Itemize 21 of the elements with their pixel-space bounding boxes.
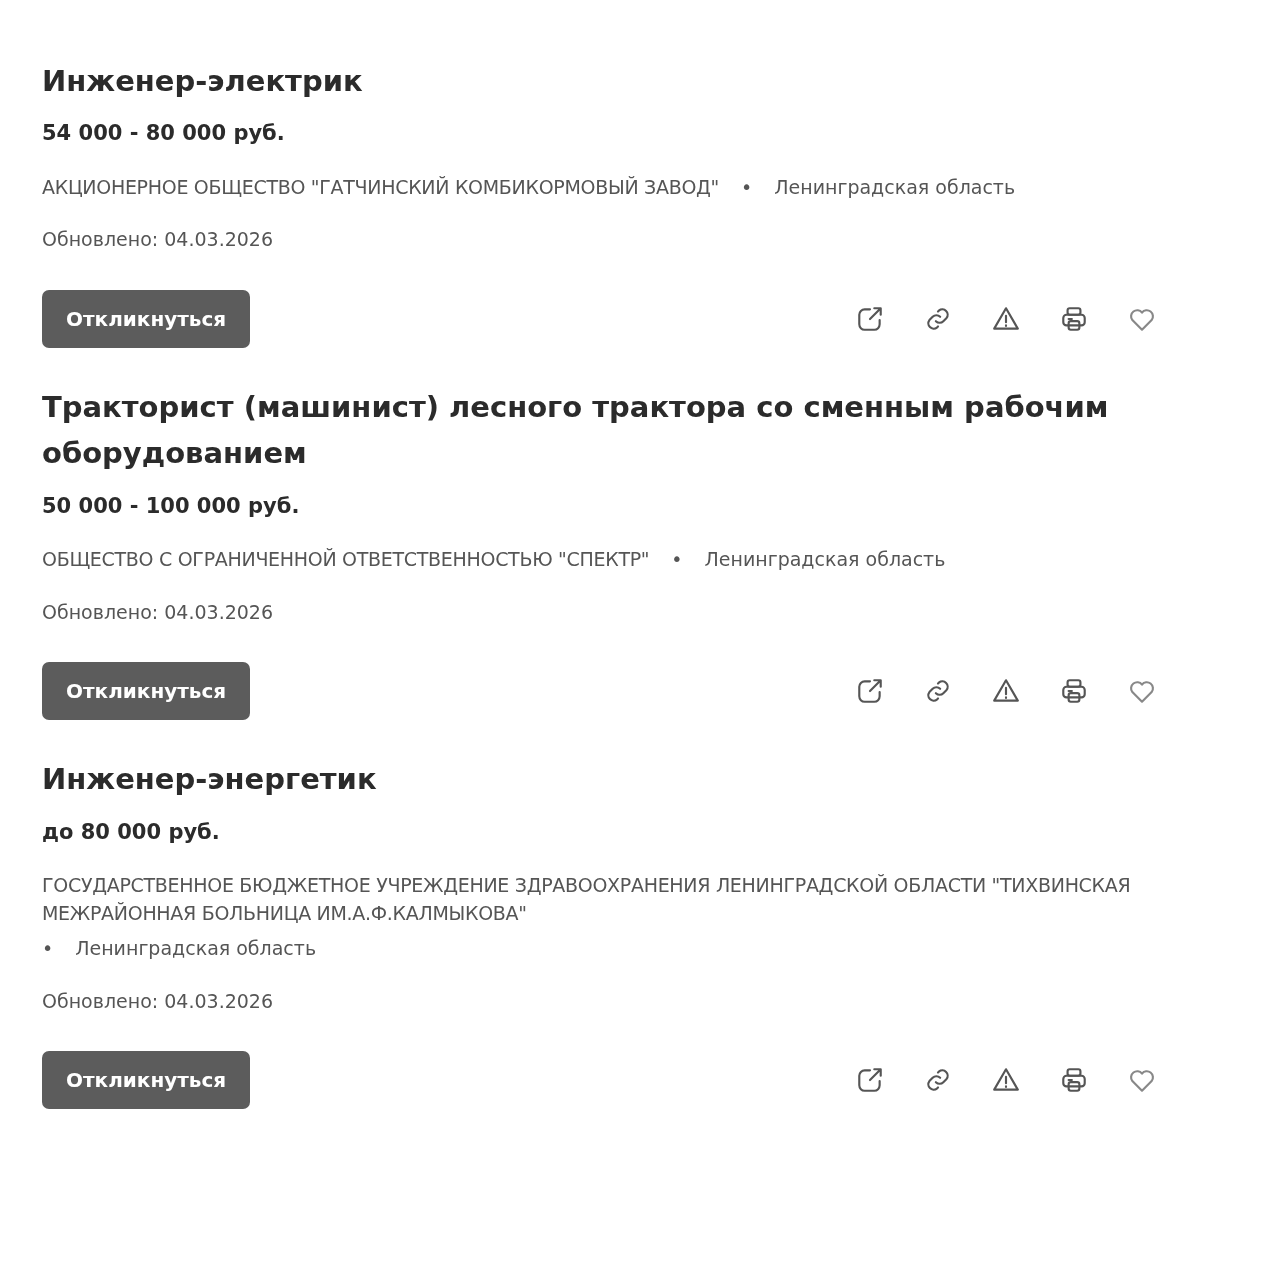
employer-name: ОБЩЕСТВО С ОГРАНИЧЕННОЙ ОТВЕТСТВЕННОСТЬЮ "СПЕКТР" [42, 547, 650, 573]
vacancy-title[interactable]: Инженер-электрик [42, 58, 1160, 105]
respond-button[interactable]: Откликнуться [42, 662, 251, 721]
vacancy-title[interactable]: Тракторист (машинист) лесного трактора со сменным рабочим оборудованием [42, 383, 1160, 477]
employer-name: ГОСУДАРСТВЕННОЕ БЮДЖЕТНОЕ УЧРЕЖДЕНИЕ ЗДРАВООХРАНЕНИЯ ЛЕНИНГРАДСКОЙ ОБЛАСТИ "ТИХВИНСКАЯ МЕЖРАЙОННАЯ БОЛЬНИЦА ИМ.А.Ф.КАЛМЫКОВА" [42, 873, 1132, 926]
respond-button[interactable]: Откликнуться [42, 1051, 251, 1110]
salary-text: 54 000 - 80 000 руб. [42, 120, 286, 148]
vacancy-title[interactable]: Инженер-энергетик [42, 756, 1160, 803]
region-text: Ленинградская область [704, 547, 946, 573]
region-text: Ленинградская область [75, 936, 317, 962]
employer-name: АКЦИОНЕРНОЕ ОБЩЕСТВО "ГАТЧИНСКИЙ КОМБИКОРМОВЫЙ ЗАВОД" [42, 174, 720, 200]
salary-text: до 80 000 руб. [42, 818, 221, 846]
updated-date: Обновлено: 04.03.2026 [42, 599, 275, 625]
respond-button[interactable]: Откликнуться [42, 289, 251, 348]
region-text: Ленинградская область [774, 174, 1016, 200]
separator-dot: • [42, 936, 54, 962]
salary-text: 50 000 - 100 000 руб. [42, 492, 301, 520]
separator-dot: • [671, 547, 683, 573]
updated-date: Обновлено: 04.03.2026 [42, 227, 275, 253]
updated-date: Обновлено: 04.03.2026 [42, 988, 275, 1014]
separator-dot: • [741, 174, 753, 200]
